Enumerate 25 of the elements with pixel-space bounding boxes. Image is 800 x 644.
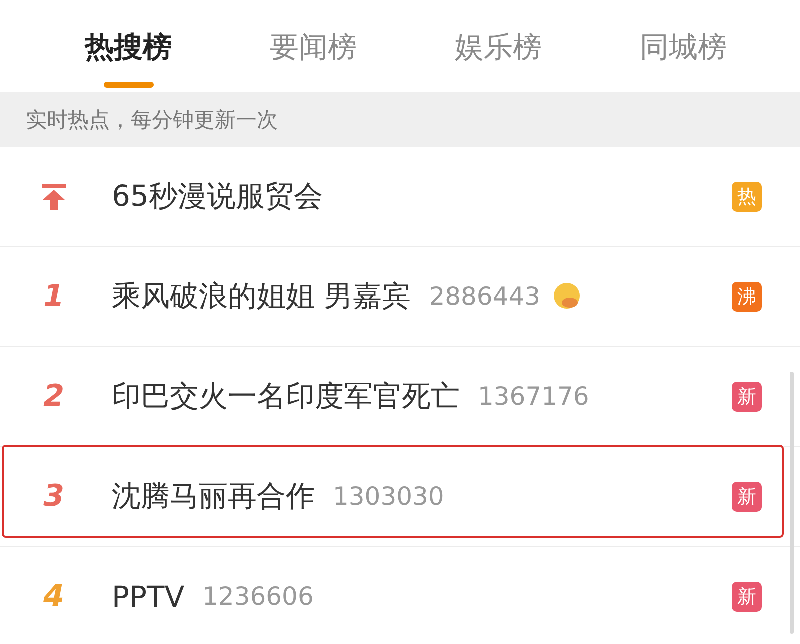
hot-label-badge: 新: [732, 582, 762, 612]
hot-label-badge: 新: [732, 382, 762, 412]
rank-number: 3: [44, 479, 64, 514]
notice-text: 实时热点，每分钟更新一次: [26, 106, 278, 134]
topic-title: 乘风破浪的姐姐 男嘉宾: [112, 278, 412, 314]
hot-label-badge: 沸: [732, 282, 762, 312]
search-count: 1303030: [333, 482, 444, 511]
rank-number: 4: [44, 579, 64, 614]
rank-number: 2: [44, 379, 64, 414]
hot-label-badge: 热: [732, 182, 762, 212]
search-count: 1236606: [202, 582, 314, 611]
topic-title: 印巴交火一名印度军官死亡: [112, 378, 460, 414]
tab[interactable]: 热搜榜: [36, 0, 221, 92]
topic-title: PPTV: [112, 580, 185, 614]
active-tab-indicator: [104, 82, 154, 88]
topic-title: 65秒漫说服贸会: [112, 178, 323, 214]
topic-title: 沈腾马丽再合作: [112, 478, 315, 514]
list-item[interactable]: 65秒漫说服贸会 热: [0, 147, 800, 247]
search-count: 2886443: [429, 282, 541, 311]
search-count: 1367176: [478, 382, 590, 411]
list-item[interactable]: 1 乘风破浪的姐姐 男嘉宾 2886443 沸: [0, 247, 800, 347]
list-item[interactable]: 3 沈腾马丽再合作 1303030 新: [0, 447, 800, 547]
rank-number: 1: [44, 279, 64, 314]
hot-label-badge: 新: [732, 482, 762, 512]
scrollbar[interactable]: [790, 372, 794, 634]
